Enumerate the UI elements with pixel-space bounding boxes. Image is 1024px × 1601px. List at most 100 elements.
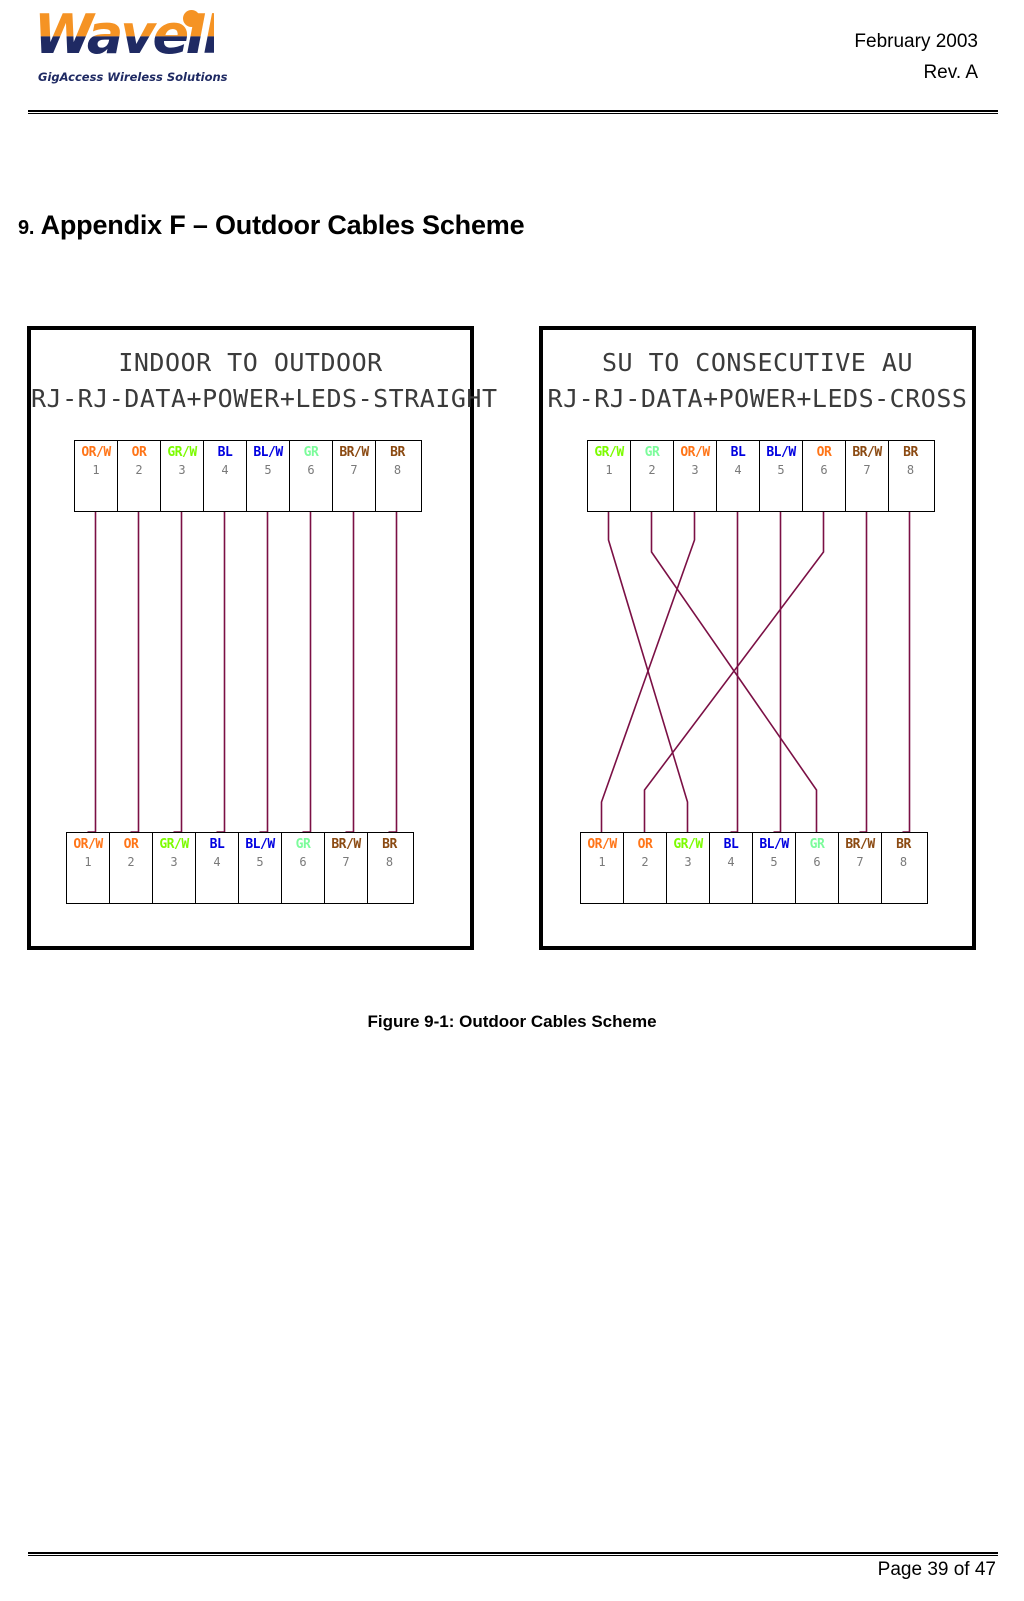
pin-number: 2 xyxy=(648,463,656,477)
pin-code: BL/W xyxy=(759,837,789,852)
pin-6: GR 6 xyxy=(796,833,839,903)
pin-number: 8 xyxy=(393,463,402,477)
pin-7: BR/W 7 xyxy=(839,833,882,903)
pin-code: BR/W xyxy=(845,837,875,852)
pin-number: 6 xyxy=(299,855,307,869)
pin-number: 6 xyxy=(820,463,828,477)
pin-1: OR/W 1 xyxy=(67,833,110,903)
pin-2: OR 2 xyxy=(110,833,153,903)
pin-number: 2 xyxy=(127,855,135,869)
pin-code: OR xyxy=(131,445,147,460)
wire-7-to-7 xyxy=(345,512,355,833)
wire-6-to-2 xyxy=(643,512,825,832)
pin-6: OR 6 xyxy=(803,441,846,511)
diagram-2-top-connector: GR/W 1 GR 2 OR/W 3 BL 4 BL/W 5 OR 6 BR/W 7 BR 8 xyxy=(587,440,935,512)
pin-code: BR xyxy=(896,837,911,852)
pin-code: GR/W xyxy=(167,445,197,460)
pin-number: 3 xyxy=(684,855,692,869)
logo-tagline: GigAccess Wireless Solutions xyxy=(38,70,228,84)
wire-1-to-1 xyxy=(87,512,97,833)
pin-code: BL xyxy=(723,837,739,852)
pin-8: BR 8 xyxy=(376,441,419,511)
pin-number: 8 xyxy=(385,855,394,869)
diagram-1-bottom-connector: OR/W 1 OR 2 GR/W 3 BL 4 BL/W 5 GR 6 BR/W 7 BR 8 xyxy=(66,832,414,904)
pin-2: OR 2 xyxy=(118,441,161,511)
pin-number: 4 xyxy=(727,855,735,869)
header-revision: Rev. A xyxy=(923,62,978,83)
pin-4: BL 4 xyxy=(710,833,753,903)
pin-code: BR/W xyxy=(331,837,361,852)
footer-page-number: Page 39 of 47 xyxy=(877,1559,996,1580)
pin-code: BL xyxy=(209,837,225,852)
diagram-1-title-line2: RJ-RJ-DATA+POWER+LEDS-STRAIGHT xyxy=(31,384,498,413)
pin-8: BR 8 xyxy=(368,833,411,903)
pin-code: OR/W xyxy=(73,837,103,852)
header-meta: February 2003 Rev. A xyxy=(854,26,978,88)
logo-dot-icon xyxy=(183,10,200,27)
pin-8: BR 8 xyxy=(889,441,932,511)
pin-4: BL 4 xyxy=(717,441,760,511)
page-title: 9. Appendix F – Outdoor Cables Scheme xyxy=(18,210,525,241)
page-title-text: Appendix F – Outdoor Cables Scheme xyxy=(40,210,525,241)
wire-8-to-8 xyxy=(388,512,398,833)
pin-code: GR xyxy=(809,837,825,852)
pin-code: BR xyxy=(903,445,918,460)
pin-code: GR/W xyxy=(673,837,703,852)
pin-number: 6 xyxy=(813,855,821,869)
pin-1: GR/W 1 xyxy=(588,441,631,511)
pin-6: GR 6 xyxy=(290,441,333,511)
pin-7: BR/W 7 xyxy=(325,833,368,903)
pin-code: OR xyxy=(637,837,653,852)
pin-number: 2 xyxy=(135,463,143,477)
wire-1-to-3 xyxy=(607,512,689,832)
pin-7: BR/W 7 xyxy=(846,441,889,511)
pin-4: BL 4 xyxy=(204,441,247,511)
diagram-2-title-line1: SU TO CONSECUTIVE AU xyxy=(601,348,914,377)
pin-2: OR 2 xyxy=(624,833,667,903)
pin-5: BL/W 5 xyxy=(239,833,282,903)
pin-code: OR/W xyxy=(81,445,111,460)
wire-7-to-7 xyxy=(859,512,868,833)
pin-number: 7 xyxy=(342,855,350,869)
pin-5: BL/W 5 xyxy=(753,833,796,903)
page-title-number: 9. xyxy=(18,217,35,240)
page-header: WaveIP WaveIP GigAccess Wireless Solutio… xyxy=(0,0,1024,118)
pin-number: 2 xyxy=(641,855,649,869)
pin-number: 7 xyxy=(350,463,358,477)
pin-number: 5 xyxy=(256,855,264,869)
pin-number: 4 xyxy=(213,855,221,869)
pin-code: GR/W xyxy=(594,445,624,460)
pin-code: BL xyxy=(730,445,746,460)
pin-number: 1 xyxy=(92,463,100,477)
pin-number: 1 xyxy=(84,855,92,869)
wire-5-to-5 xyxy=(259,512,269,833)
pin-code: BR xyxy=(390,445,405,460)
pin-code: BL/W xyxy=(253,445,283,460)
footer-divider xyxy=(28,1552,998,1556)
wire-2-to-2 xyxy=(130,512,140,833)
pin-code: BR/W xyxy=(339,445,369,460)
pin-3: OR/W 3 xyxy=(674,441,717,511)
pin-number: 3 xyxy=(170,855,178,869)
pin-number: 5 xyxy=(770,855,778,869)
pin-code: GR/W xyxy=(159,837,189,852)
pin-code: OR xyxy=(816,445,832,460)
header-date: February 2003 xyxy=(854,31,978,52)
wire-4-to-4 xyxy=(216,512,226,833)
pin-3: GR/W 3 xyxy=(161,441,204,511)
pin-code: OR/W xyxy=(587,837,617,852)
diagram-indoor-to-outdoor: INDOOR TO OUTDOOR RJ-RJ-DATA+POWER+LEDS-… xyxy=(27,326,498,950)
pin-code: BR/W xyxy=(852,445,882,460)
pin-number: 6 xyxy=(307,463,315,477)
pin-1: OR/W 1 xyxy=(75,441,118,511)
pin-code: BL xyxy=(217,445,233,460)
pin-number: 4 xyxy=(221,463,229,477)
wire-5-to-5 xyxy=(773,512,782,833)
waveip-logo: WaveIP WaveIP GigAccess Wireless Solutio… xyxy=(22,8,228,96)
pin-number: 8 xyxy=(906,463,915,477)
pin-3: GR/W 3 xyxy=(153,833,196,903)
pin-number: 3 xyxy=(178,463,186,477)
pin-code: OR xyxy=(123,837,139,852)
pin-number: 7 xyxy=(863,463,871,477)
figure-caption: Figure 9-1: Outdoor Cables Scheme xyxy=(367,1012,657,1031)
